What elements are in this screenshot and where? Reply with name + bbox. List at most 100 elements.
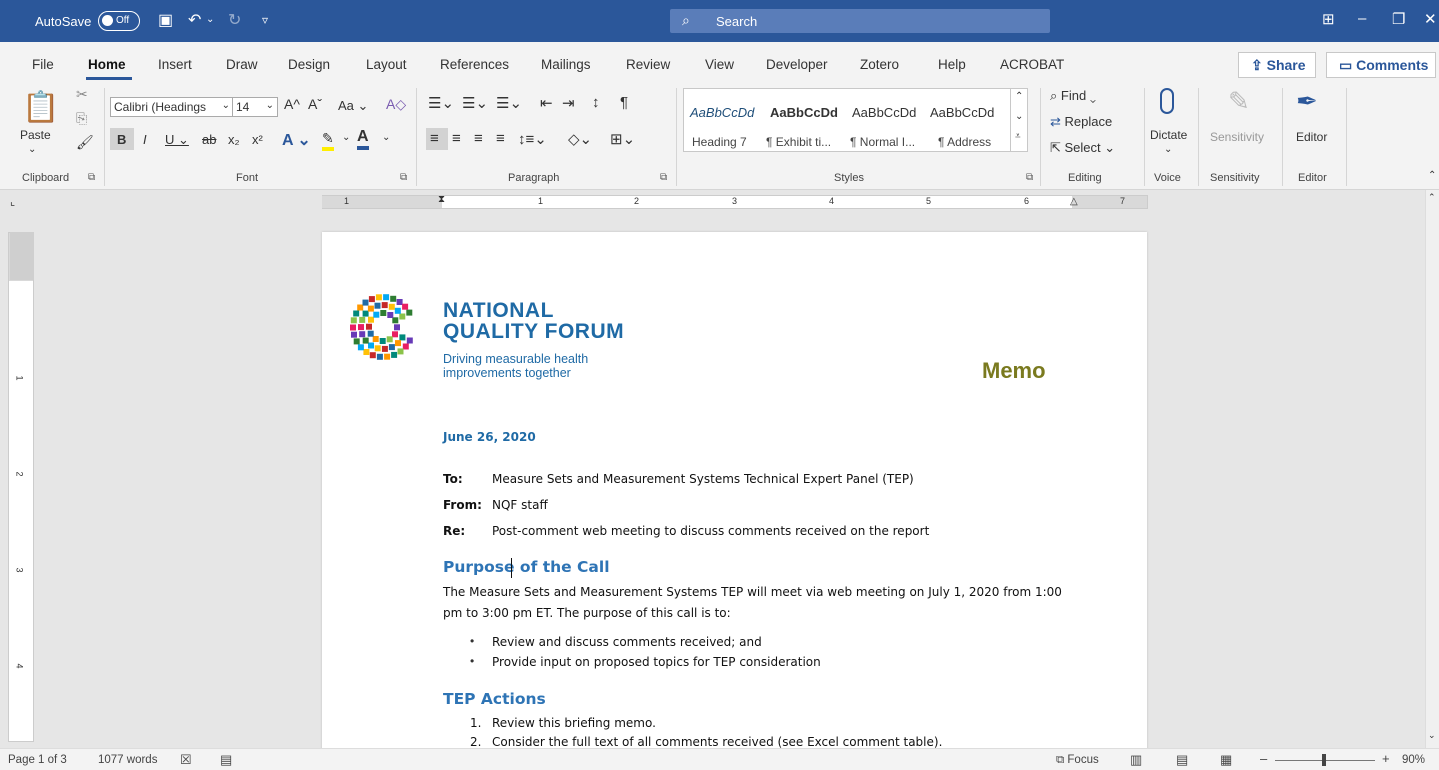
sort-icon[interactable]: ↕ — [592, 94, 600, 111]
close-icon[interactable]: ✕ — [1424, 10, 1437, 28]
ribbon-display-icon[interactable]: ⊞ — [1322, 10, 1335, 28]
scroll-down-icon[interactable]: ⌄ — [1428, 730, 1436, 741]
subscript-icon[interactable]: x₂ — [228, 132, 240, 147]
select-button[interactable]: ⇱ Select ⌄ — [1050, 140, 1115, 156]
collapse-ribbon-icon[interactable]: ⌃ — [1428, 170, 1436, 181]
style-name[interactable]: ¶ Address — [938, 135, 991, 149]
comments-button[interactable]: ▭ Comments — [1326, 52, 1436, 78]
chevron-down-icon[interactable]: ⌄ — [1164, 144, 1172, 155]
dictate-button[interactable]: Dictate — [1150, 128, 1187, 142]
highlight-icon[interactable]: ✎ — [322, 130, 334, 151]
bold-icon[interactable]: B — [117, 132, 126, 147]
align-right-icon[interactable]: ≡ — [474, 130, 483, 147]
style-name[interactable]: ¶ Normal I... — [850, 135, 915, 149]
zoom-slider-thumb[interactable] — [1322, 754, 1326, 766]
shading-icon[interactable]: ◇⌄ — [568, 130, 592, 148]
zoom-out-icon[interactable]: – — [1260, 751, 1267, 766]
accessibility-icon[interactable]: ▤ — [220, 752, 232, 768]
tab-file[interactable]: File — [32, 57, 54, 72]
microphone-icon[interactable] — [1160, 88, 1174, 114]
undo-dropdown-icon[interactable]: ⌄ — [206, 14, 214, 25]
indent-marker-icon[interactable]: ⧗ — [438, 194, 445, 205]
page-count[interactable]: Page 1 of 3 — [8, 754, 67, 766]
decrease-indent-icon[interactable]: ⇤ — [540, 94, 553, 112]
proofing-icon[interactable]: ☒ — [180, 752, 192, 768]
redo-icon[interactable]: ↻ — [228, 10, 241, 30]
zoom-level[interactable]: 90% — [1402, 754, 1425, 766]
vertical-scrollbar[interactable]: ⌃ ⌄ — [1425, 190, 1439, 748]
multilevel-list-icon[interactable]: ☰⌄ — [496, 94, 522, 112]
tab-insert[interactable]: Insert — [158, 57, 192, 72]
increase-indent-icon[interactable]: ⇥ — [562, 94, 575, 112]
format-painter-icon[interactable]: 🖌 — [76, 134, 94, 151]
tab-developer[interactable]: Developer — [766, 57, 828, 72]
borders-icon[interactable]: ⊞⌄ — [610, 130, 635, 148]
scroll-up-icon[interactable]: ⌃ — [1015, 91, 1023, 102]
italic-icon[interactable]: I — [143, 132, 147, 147]
scroll-thumb[interactable] — [10, 232, 34, 280]
show-hide-icon[interactable]: ¶ — [620, 94, 628, 111]
grow-font-icon[interactable]: A^ — [284, 96, 300, 112]
numbering-icon[interactable]: ☰⌄ — [462, 94, 488, 112]
align-left-icon[interactable]: ≡ — [430, 130, 439, 147]
tab-draw[interactable]: Draw — [226, 57, 258, 72]
shrink-font-icon[interactable]: Aˇ — [308, 96, 322, 112]
copy-icon[interactable]: ⎘ — [76, 110, 87, 127]
font-size-dropdown[interactable]: 14 ⌄ — [232, 97, 278, 117]
restore-icon[interactable]: ❐ — [1392, 10, 1405, 28]
read-mode-icon[interactable]: ▥ — [1130, 752, 1142, 768]
style-sample[interactable]: AaBbCcDd — [690, 105, 754, 120]
font-name-dropdown[interactable]: Calibri (Headings ⌄ — [110, 97, 234, 117]
paste-dropdown-icon[interactable]: ⌄ — [28, 144, 36, 155]
tab-view[interactable]: View — [705, 57, 734, 72]
tab-references[interactable]: References — [440, 57, 509, 72]
bullets-icon[interactable]: ☰⌄ — [428, 94, 454, 112]
save-icon[interactable]: ▣ — [158, 10, 173, 30]
tab-layout[interactable]: Layout — [366, 57, 407, 72]
styles-launcher-icon[interactable]: ⧉ — [1026, 172, 1033, 183]
clear-formatting-icon[interactable]: A◇ — [386, 96, 406, 113]
paste-icon[interactable]: 📋 — [22, 90, 59, 125]
tab-design[interactable]: Design — [288, 57, 330, 72]
strikethrough-icon[interactable]: ab — [202, 132, 216, 147]
chevron-down-icon[interactable]: ⌄ — [382, 132, 390, 143]
share-button[interactable]: ⇪ Share — [1238, 52, 1316, 78]
focus-button[interactable]: ⧉ Focus — [1056, 754, 1099, 767]
tab-help[interactable]: Help — [938, 57, 966, 72]
paragraph-launcher-icon[interactable]: ⧉ — [660, 172, 667, 183]
web-layout-icon[interactable]: ▦ — [1220, 752, 1232, 768]
style-sample[interactable]: AaBbCcDd — [770, 105, 838, 120]
superscript-icon[interactable]: x² — [252, 132, 263, 147]
word-count[interactable]: 1077 words — [98, 754, 157, 766]
line-spacing-icon[interactable]: ↕≡⌄ — [518, 130, 547, 148]
autosave-toggle[interactable]: Off — [98, 11, 140, 31]
style-name[interactable]: ¶ Exhibit ti... — [766, 135, 831, 149]
tab-review[interactable]: Review — [626, 57, 670, 72]
undo-icon[interactable]: ↶ — [188, 10, 201, 30]
customize-qat-icon[interactable]: ▿ — [262, 13, 268, 27]
style-sample[interactable]: AaBbCcDd — [930, 105, 994, 120]
style-name[interactable]: Heading 7 — [692, 135, 747, 149]
replace-button[interactable]: ⇄ Replace — [1050, 114, 1112, 130]
scroll-down-icon[interactable]: ⌄ — [1015, 111, 1023, 122]
justify-icon[interactable]: ≡ — [496, 130, 505, 147]
tab-acrobat[interactable]: ACROBAT — [1000, 57, 1064, 72]
clipboard-launcher-icon[interactable]: ⧉ — [88, 172, 95, 183]
tab-mailings[interactable]: Mailings — [541, 57, 591, 72]
paste-label[interactable]: Paste — [20, 128, 51, 142]
underline-icon[interactable]: U ⌄ — [165, 132, 189, 148]
right-indent-marker-icon[interactable]: △ — [1070, 196, 1078, 207]
style-sample[interactable]: AaBbCcDd — [852, 105, 916, 120]
editor-button[interactable]: Editor — [1296, 130, 1327, 144]
minimize-icon[interactable]: – — [1358, 10, 1366, 27]
change-case-icon[interactable]: Aa ⌄ — [338, 98, 368, 114]
text-effects-icon[interactable]: A ⌄ — [282, 130, 311, 150]
tab-zotero[interactable]: Zotero — [860, 57, 899, 72]
search-box[interactable]: ⌕ Search — [670, 9, 1050, 33]
zoom-in-icon[interactable]: + — [1382, 751, 1390, 766]
tab-home[interactable]: Home — [88, 57, 126, 72]
chevron-down-icon[interactable]: ⌄ — [342, 132, 350, 143]
cut-icon[interactable]: ✂ — [76, 86, 88, 103]
find-button[interactable]: ⌕ Find ⌄ — [1050, 88, 1096, 104]
print-layout-icon[interactable]: ▤ — [1176, 752, 1188, 768]
